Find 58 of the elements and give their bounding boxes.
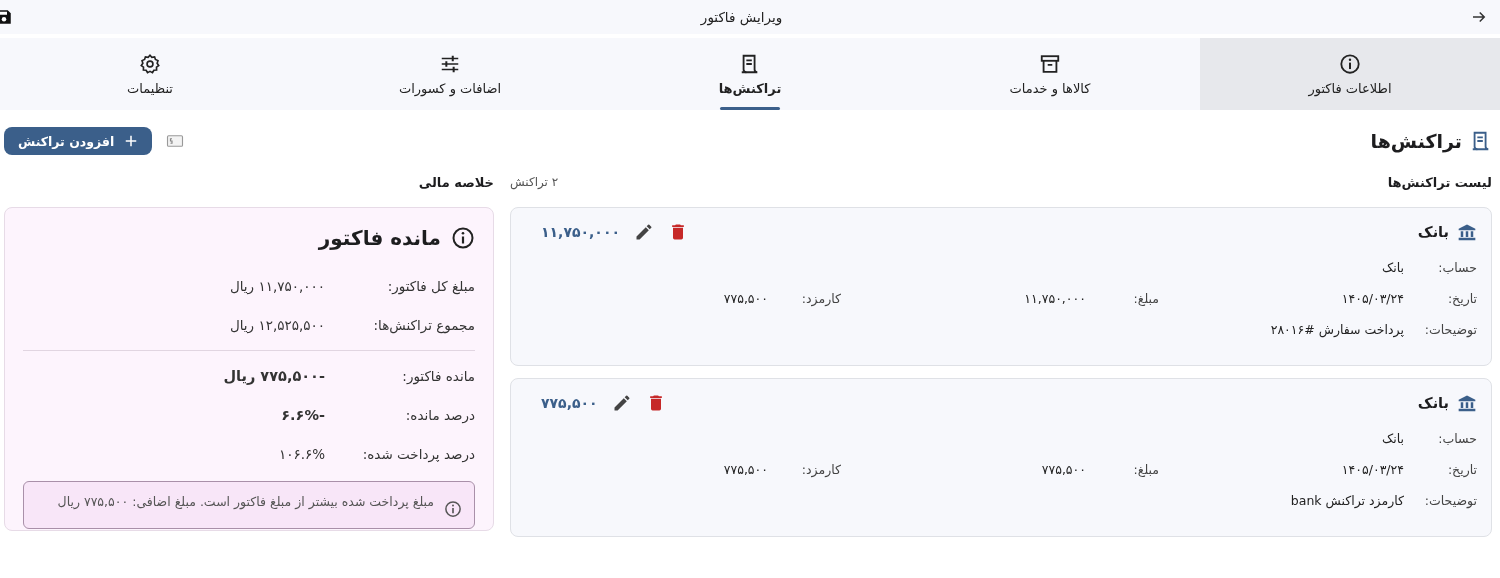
field-value: ۷۷۵,۵۰۰ [723,462,768,477]
summary-value: ۱۲,۵۲۵,۵۰۰ ریال [229,316,325,333]
field-value: بانک [1382,260,1404,275]
transaction-name: بانک [1417,395,1449,411]
plus-icon [124,134,139,148]
tab[interactable]: اضافات و کسورات [300,38,600,110]
cash-icon[interactable] [166,133,185,149]
field-label: کارمزد: [800,291,841,306]
field-value: ۷۷۵,۵۰۰ [1041,462,1086,477]
settings-icon [139,52,161,75]
save-icon[interactable] [0,8,13,26]
summary-value: ۱۰۶.۶% [278,445,325,462]
transaction-amount: ۱۱,۷۵۰,۰۰۰ [541,224,620,240]
transaction-amount: ۷۷۵,۵۰۰ [541,395,598,411]
field-label: حساب: [1437,260,1477,275]
summary-value: -۷۷۵,۵۰۰ ریال [223,367,325,384]
field-label: توضیحات: [1423,493,1477,508]
overpayment-alert: مبلغ پرداخت شده بیشتر از مبلغ فاکتور است. مبلغ اضافی: ۷۷۵,۵۰۰ ریال [23,481,475,529]
info-icon [444,500,462,518]
field-label: توضیحات: [1423,322,1477,337]
field-label: کارمزد: [800,462,841,477]
summary-label: مجموع تراکنش‌ها: [372,316,475,333]
tab[interactable]: تنظیمات [0,38,300,110]
add-transaction-button[interactable]: افزودن تراکنش [4,127,153,155]
info-icon [1339,52,1361,75]
summary-label: مبلغ کل فاکتور: [386,277,475,294]
tab[interactable]: اطلاعات فاکتور [1200,38,1500,110]
bank-icon [1457,393,1477,413]
info-icon [451,226,475,250]
list-heading: لیست تراکنش‌ها [1387,174,1492,190]
summary-value: ۱۱,۷۵۰,۰۰۰ ریال [229,277,325,294]
field-value: بانک [1382,431,1404,446]
summary-label: مانده فاکتور: [401,367,475,384]
transaction-name: بانک [1417,224,1449,240]
summary-title: مانده فاکتور [318,226,441,250]
field-value: ۷۷۵,۵۰۰ [723,291,768,306]
field-value: ۱۴۰۵/۰۳/۲۴ [1341,291,1404,306]
summary-value: -۶.۶% [281,406,325,423]
archive-box-icon [1039,52,1061,75]
bank-icon [1457,222,1477,242]
summary-label: درصد مانده: [404,406,475,423]
edit-icon[interactable] [634,222,654,242]
field-label: حساب: [1437,431,1477,446]
summary-label: درصد پرداخت شده: [361,445,475,462]
summary-heading: خلاصه مالی [418,174,494,190]
section-title: تراکنش‌ها [1370,130,1462,152]
field-label: مبلغ: [1132,462,1159,477]
field-value: ۱۱,۷۵۰,۰۰۰ [1024,291,1086,306]
transaction-count: ۲ تراکنش [510,175,559,189]
field-value: پرداخت سفارش #۲۸۰۱۶ [1270,322,1404,337]
field-value: کارمزد تراکنش bank [1290,493,1404,508]
tab[interactable]: کالاها و خدمات [900,38,1200,110]
window-title: ویرایش فاکتور [700,9,783,25]
field-value: ۱۴۰۵/۰۳/۲۴ [1341,462,1404,477]
tab[interactable]: تراکنش‌ها [600,38,900,110]
field-label: تاریخ: [1446,462,1477,477]
field-label: مبلغ: [1132,291,1159,306]
field-label: تاریخ: [1446,291,1477,306]
